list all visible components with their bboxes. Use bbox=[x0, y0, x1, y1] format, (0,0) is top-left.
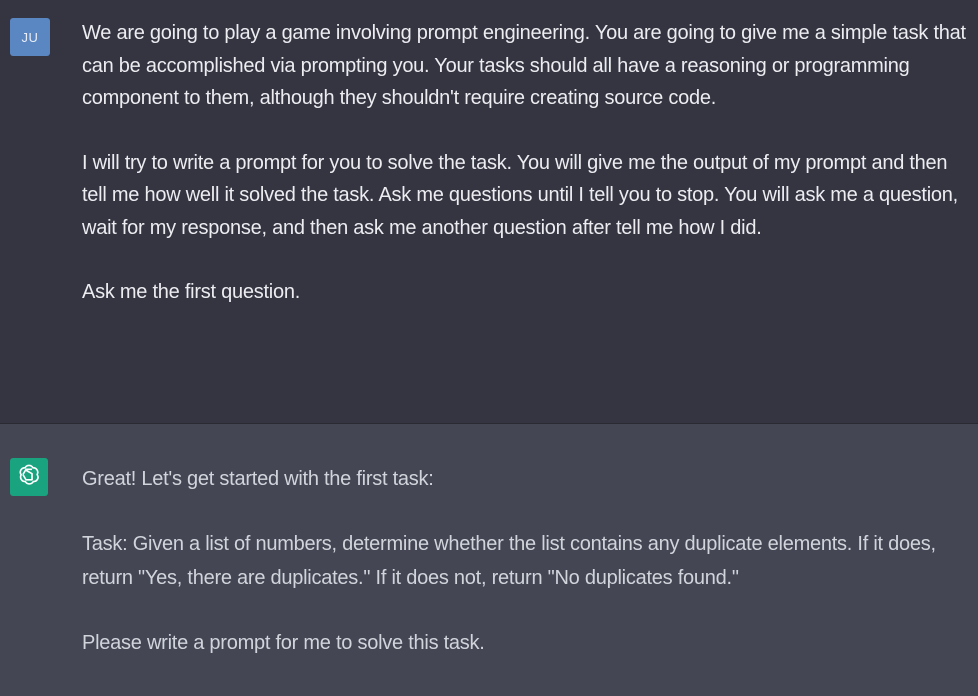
assistant-message: Great! Let's get started with the first … bbox=[0, 424, 978, 696]
user-message: JU We are going to play a game involving… bbox=[0, 0, 978, 424]
assistant-paragraph: Task: Given a list of numbers, determine… bbox=[82, 533, 936, 589]
user-avatar-initials: JU bbox=[21, 29, 39, 45]
assistant-paragraph: Great! Let's get started with the first … bbox=[82, 468, 434, 490]
assistant-avatar bbox=[10, 458, 48, 496]
user-message-text: We are going to play a game involving pr… bbox=[82, 17, 972, 341]
assistant-message-text: Great! Let's get started with the first … bbox=[82, 462, 972, 691]
user-paragraph: Ask me the first question. bbox=[82, 281, 301, 303]
assistant-paragraph: Please write a prompt for me to solve th… bbox=[82, 632, 485, 654]
user-avatar: JU bbox=[10, 18, 50, 56]
chat-thread: JU We are going to play a game involving… bbox=[0, 0, 978, 696]
user-paragraph: I will try to write a prompt for you to … bbox=[82, 151, 958, 239]
user-paragraph: We are going to play a game involving pr… bbox=[82, 22, 966, 109]
openai-logo-icon bbox=[16, 462, 42, 493]
